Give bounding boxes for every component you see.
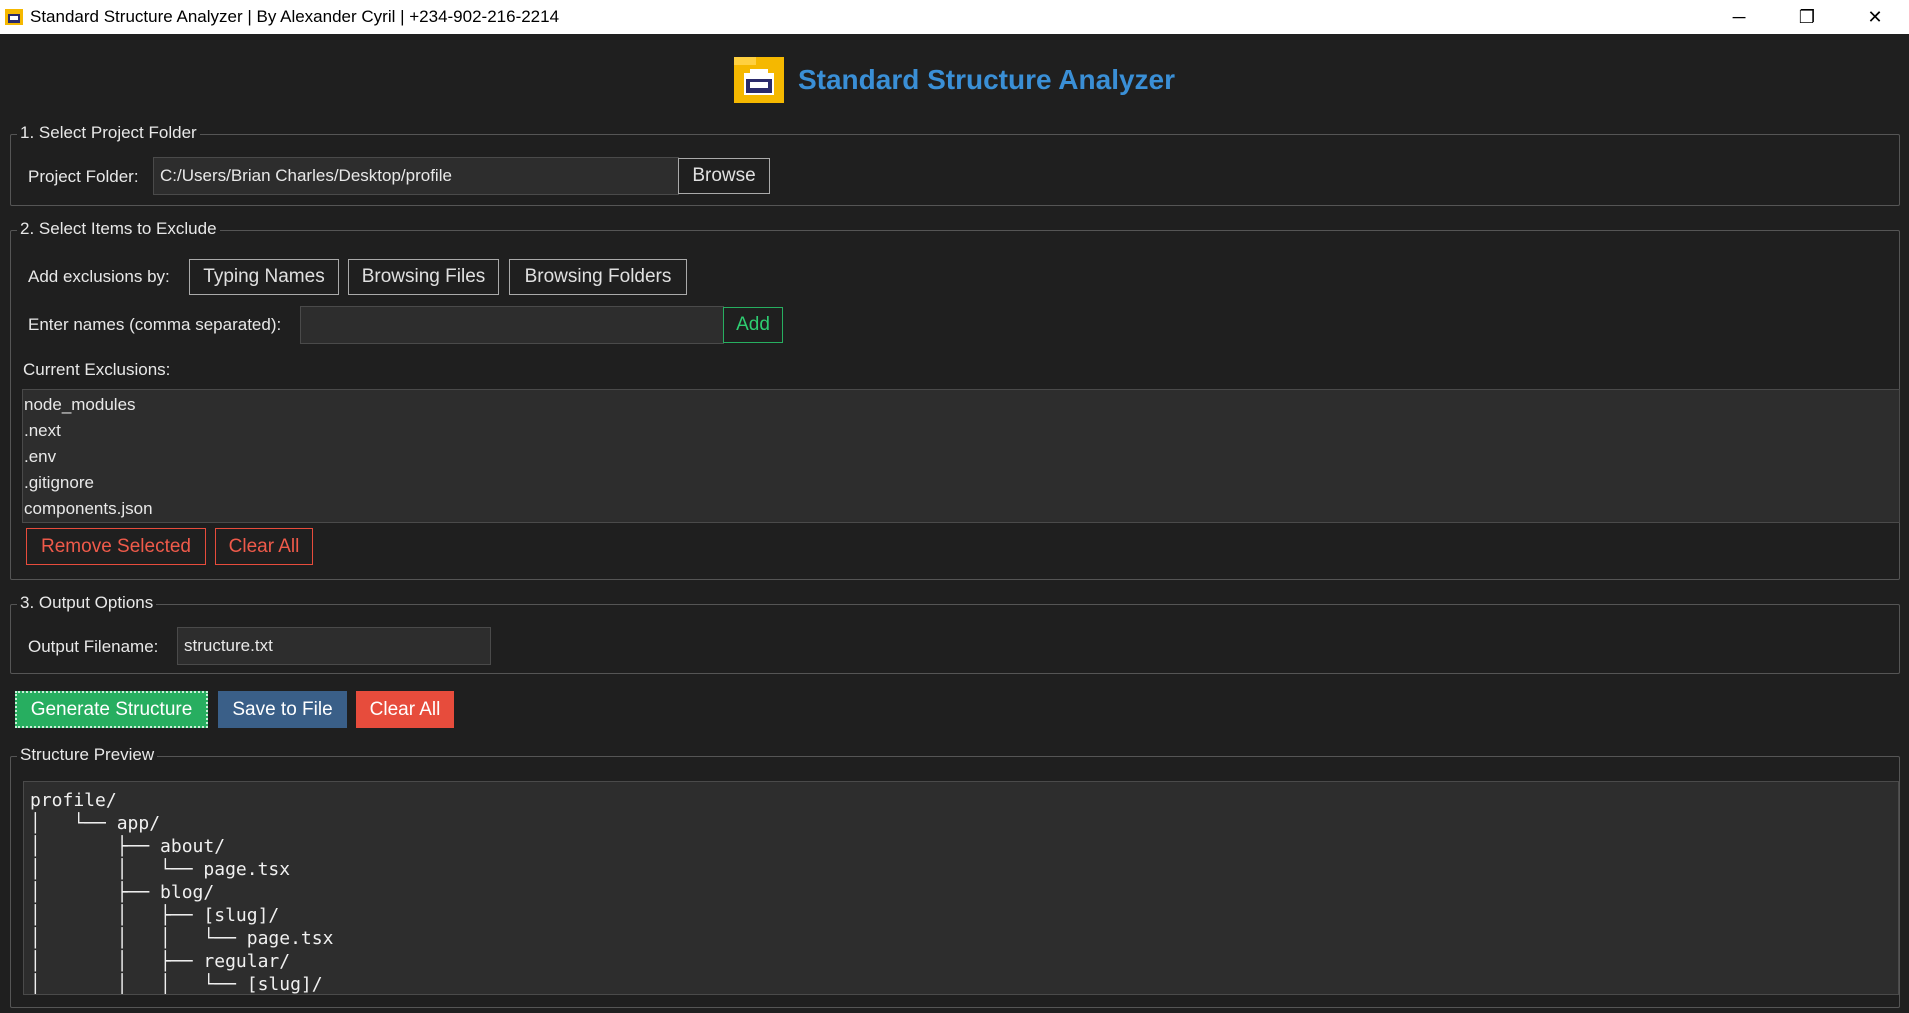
window-controls: ─ ❐ ✕: [1705, 0, 1909, 34]
app-title: Standard Structure Analyzer: [797, 64, 1176, 95]
output-filename-input[interactable]: structure.txt: [177, 627, 491, 665]
close-button[interactable]: ✕: [1841, 0, 1909, 34]
browsing-folders-button[interactable]: Browsing Folders: [509, 259, 687, 295]
exclusions-group: 2. Select Items to Exclude Add exclusion…: [10, 219, 1900, 580]
list-item[interactable]: components.json: [23, 496, 1899, 522]
typing-names-button[interactable]: Typing Names: [189, 259, 339, 295]
window-title: Standard Structure Analyzer | By Alexand…: [30, 7, 560, 26]
project-folder-label: Project Folder:: [28, 167, 139, 186]
browse-button[interactable]: Browse: [678, 158, 770, 194]
structure-preview-group: Structure Preview profile/ │ └── app/ │ …: [10, 745, 1900, 1008]
remove-selected-button[interactable]: Remove Selected: [26, 528, 206, 565]
save-to-file-button[interactable]: Save to File: [218, 691, 347, 728]
exclusions-group-label: 2. Select Items to Exclude: [17, 219, 220, 239]
output-options-group-label: 3. Output Options: [17, 593, 157, 613]
structure-tree: profile/ │ └── app/ │ ├── about/ │ │ └──…: [30, 790, 334, 995]
restore-button[interactable]: ❐: [1773, 0, 1841, 34]
folder-logo-icon: [733, 57, 784, 103]
project-folder-input[interactable]: C:/Users/Brian Charles/Desktop/profile: [153, 157, 679, 195]
list-item[interactable]: .gitignore: [23, 470, 1899, 496]
list-item[interactable]: .env: [23, 444, 1899, 470]
exclusion-names-input[interactable]: [300, 306, 724, 344]
browsing-files-button[interactable]: Browsing Files: [348, 259, 499, 295]
add-exclusions-by-label: Add exclusions by:: [28, 267, 170, 286]
current-exclusions-label: Current Exclusions:: [23, 360, 171, 379]
minimize-button[interactable]: ─: [1705, 0, 1773, 34]
select-folder-group-label: 1. Select Project Folder: [17, 123, 200, 143]
output-filename-label: Output Filename:: [28, 637, 159, 656]
list-item[interactable]: .next: [23, 418, 1899, 444]
output-options-group: 3. Output Options Output Filename: struc…: [10, 593, 1900, 674]
window-titlebar: Standard Structure Analyzer | By Alexand…: [0, 0, 1909, 34]
list-item[interactable]: node_modules: [23, 392, 1899, 418]
enter-names-label: Enter names (comma separated):: [28, 315, 282, 334]
add-exclusion-button[interactable]: Add: [723, 307, 783, 343]
structure-preview-group-label: Structure Preview: [17, 745, 158, 765]
structure-preview-text[interactable]: profile/ │ └── app/ │ ├── about/ │ │ └──…: [23, 781, 1899, 995]
generate-structure-button[interactable]: Generate Structure: [15, 691, 208, 728]
exclusions-listbox[interactable]: node_modules .next .env .gitignore compo…: [22, 389, 1900, 523]
app-folder-icon: [5, 9, 23, 25]
clear-exclusions-button[interactable]: Clear All: [215, 528, 313, 565]
clear-all-button[interactable]: Clear All: [356, 691, 454, 728]
select-folder-group: 1. Select Project Folder Project Folder:…: [10, 123, 1900, 206]
app-header: Standard Structure Analyzer: [0, 34, 1909, 126]
